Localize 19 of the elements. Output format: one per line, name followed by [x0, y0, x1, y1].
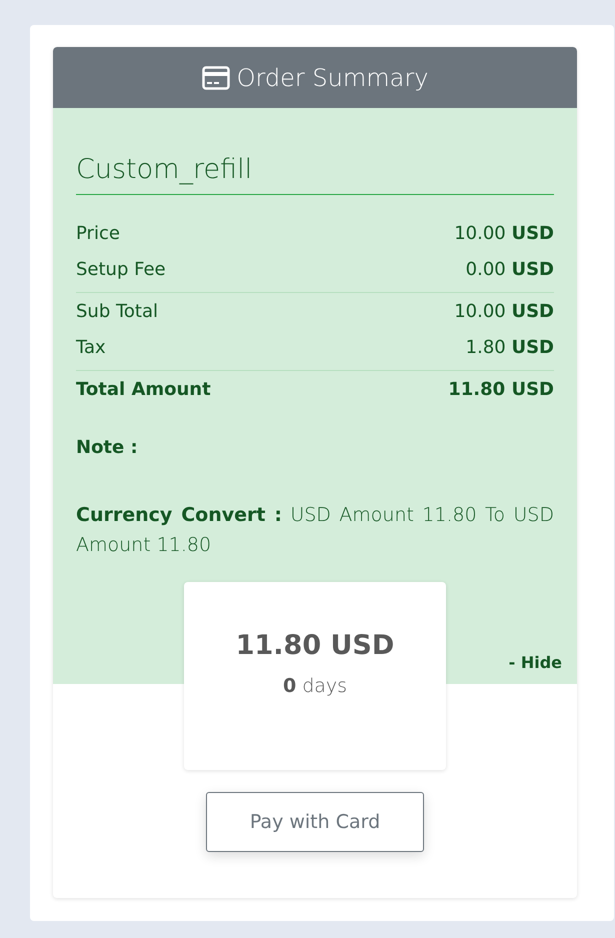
hide-link[interactable]: - Hide — [508, 653, 562, 673]
line-label: Setup Fee — [76, 258, 166, 280]
note-label: Note : — [76, 436, 139, 460]
line-label: Price — [76, 222, 120, 244]
line-amount: 0.00 USD — [466, 258, 554, 280]
credit-card-icon — [202, 66, 230, 90]
line-amount: 10.00 USD — [454, 300, 554, 322]
pay-with-card-button[interactable]: Pay with Card — [206, 792, 424, 852]
total-amount: 11.80 USD — [448, 378, 554, 400]
product-name: Custom_refill — [76, 152, 554, 195]
currency-convert-text: Currency Convert : USD Amount 11.80 To USD Amount 11.80 — [76, 503, 554, 558]
price-period: 0 days — [282, 674, 348, 699]
header-title: Order Summary — [236, 64, 428, 92]
price-amount: 11.80 USD — [236, 629, 394, 663]
line-amount: 1.80 USD — [466, 336, 554, 358]
line-label: Sub Total — [76, 300, 158, 322]
total-label: Total Amount — [76, 378, 211, 400]
line-label: Tax — [76, 336, 106, 358]
line-amount: 10.00 USD — [454, 222, 554, 244]
